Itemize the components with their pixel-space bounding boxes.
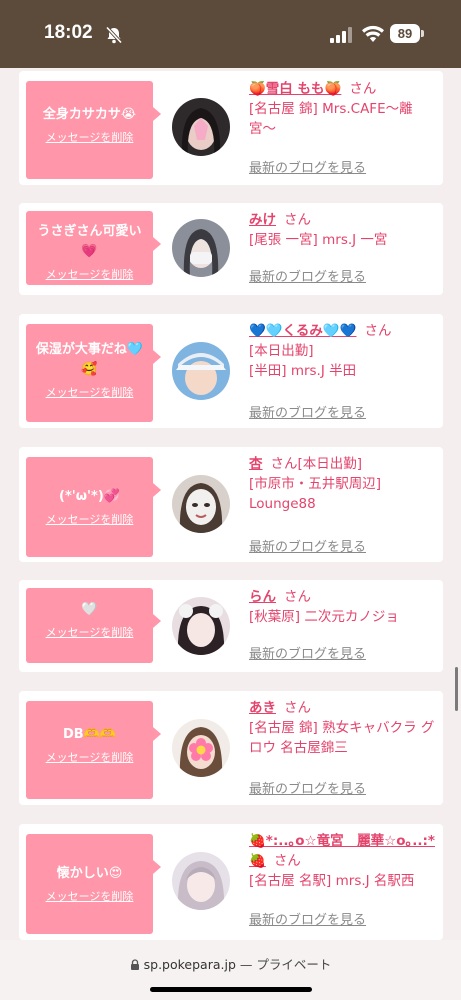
girl-name-link[interactable]: 🍑雪白 もも🍑 xyxy=(249,81,341,97)
list-item: DB🫶🫶 メッセージを削除 あき さん [名古屋 錦] 熟女キャバクラ グロウ 名… xyxy=(19,691,443,805)
shop-info: [本日出勤] [半田] mrs.J 半田 xyxy=(249,343,357,379)
latest-blog-link[interactable]: 最新のブログを見る xyxy=(249,402,366,421)
message-bubble: 保湿が大事だね🩵🥰 メッセージを削除 xyxy=(26,324,161,422)
avatar[interactable] xyxy=(172,852,230,910)
list-item: 全身カサカサ😭 メッセージを削除 🍑雪白 もも🍑 さん [名古屋 錦] Mrs.C… xyxy=(19,71,443,185)
status-bar: 18:02 89 xyxy=(0,0,461,68)
message-bubble: 全身カサカサ😭 メッセージを削除 xyxy=(26,81,161,179)
list-item: 保湿が大事だね🩵🥰 メッセージを削除 💙🩵くるみ🩵💙 さん [本日出勤] [半田]… xyxy=(19,314,443,428)
girl-info: らん さん [秋葉原] 二次元カノジョ xyxy=(249,587,439,627)
girl-name-link[interactable]: みけ xyxy=(249,212,276,228)
delete-message-link[interactable]: メッセージを削除 xyxy=(46,384,134,400)
message-bubble: (*'ω'*)💞 メッセージを削除 xyxy=(26,457,161,557)
url-display[interactable]: sp.pokepara.jp — プライベート xyxy=(0,954,461,973)
list-item: 懐かしい😍 メッセージを削除 🍓*:..｡o☆竜宮 麗華☆o｡..:*🍓 さん [… xyxy=(19,824,443,940)
message-bubble: DB🫶🫶 メッセージを削除 xyxy=(26,701,161,799)
battery-tip xyxy=(421,30,424,37)
shop-info: [秋葉原] 二次元カノジョ xyxy=(249,609,399,625)
bell-muted-icon xyxy=(105,26,123,44)
latest-blog-link[interactable]: 最新のブログを見る xyxy=(249,778,366,797)
signal-icon xyxy=(330,27,352,43)
latest-blog-link[interactable]: 最新のブログを見る xyxy=(249,157,366,176)
girl-info: 杏さん[本日出勤] [市原市・五井駅周辺] Lounge88 xyxy=(249,454,439,514)
message-text: 保湿が大事だね🩵🥰 xyxy=(35,342,144,377)
url-domain: sp.pokepara.jp xyxy=(143,957,236,972)
avatar[interactable] xyxy=(172,719,230,777)
delete-message-link[interactable]: メッセージを削除 xyxy=(46,129,134,145)
latest-blog-link[interactable]: 最新のブログを見る xyxy=(249,266,366,285)
honorific: さん xyxy=(284,700,311,716)
delete-message-link[interactable]: メッセージを削除 xyxy=(46,888,134,904)
delete-message-link[interactable]: メッセージを削除 xyxy=(46,511,134,527)
private-mode-label: — プライベート xyxy=(239,957,332,972)
latest-blog-link[interactable]: 最新のブログを見る xyxy=(249,909,366,928)
avatar[interactable] xyxy=(172,342,230,400)
girl-name-link[interactable]: 💙🩵くるみ🩵💙 xyxy=(249,323,356,339)
shop-info: [本日出勤] [市原市・五井駅周辺] Lounge88 xyxy=(249,456,382,512)
girl-name-link[interactable]: 杏 xyxy=(249,456,263,472)
message-bubble: うさぎさん可愛い💗 メッセージを削除 xyxy=(26,211,161,285)
latest-blog-link[interactable]: 最新のブログを見る xyxy=(249,643,366,662)
honorific: さん xyxy=(270,456,298,472)
shop-info: [尾張 一宮] mrs.J 一宮 xyxy=(249,232,388,248)
scrollbar[interactable] xyxy=(455,667,458,711)
shop-info: [名古屋 錦] Mrs.CAFE〜離宮〜 xyxy=(249,101,413,137)
list-item: 🤍 メッセージを削除 らん さん [秋葉原] 二次元カノジョ 最新のブログを見る xyxy=(19,580,443,672)
girl-info: 🍓*:..｡o☆竜宮 麗華☆o｡..:*🍓 さん [名古屋 名駅] mrs.J 名… xyxy=(249,831,439,891)
girl-info: みけ さん [尾張 一宮] mrs.J 一宮 xyxy=(249,210,439,250)
latest-blog-link[interactable]: 最新のブログを見る xyxy=(249,536,366,555)
girl-info: 🍑雪白 もも🍑 さん [名古屋 錦] Mrs.CAFE〜離宮〜 xyxy=(249,79,439,139)
honorific: さん xyxy=(364,323,392,339)
lock-icon xyxy=(130,959,139,970)
message-text: DB🫶🫶 xyxy=(62,727,117,742)
girl-info: あき さん [名古屋 錦] 熟女キャバクラ グロウ 名古屋錦三 xyxy=(249,698,439,758)
message-text: 全身カサカサ😭 xyxy=(42,107,137,122)
message-text: 懐かしい😍 xyxy=(56,866,123,881)
shop-info: [名古屋 錦] 熟女キャバクラ グロウ 名古屋錦三 xyxy=(249,720,435,756)
avatar[interactable] xyxy=(172,219,230,277)
list-item: (*'ω'*)💞 メッセージを削除 杏さん[本日出勤] [市原市・五井駅周辺] … xyxy=(19,447,443,562)
battery-indicator: 89 xyxy=(390,24,420,43)
message-bubble: 🤍 メッセージを削除 xyxy=(26,588,161,663)
shop-info: [名古屋 名駅] mrs.J 名駅西 xyxy=(249,873,415,889)
message-text: うさぎさん可愛い💗 xyxy=(37,224,142,259)
avatar[interactable] xyxy=(172,98,230,156)
delete-message-link[interactable]: メッセージを削除 xyxy=(46,749,134,765)
honorific: さん xyxy=(349,81,377,97)
girl-name-link[interactable]: あき xyxy=(249,700,276,716)
honorific: さん xyxy=(284,212,311,228)
delete-message-link[interactable]: メッセージを削除 xyxy=(46,624,134,640)
avatar[interactable] xyxy=(172,597,230,655)
honorific: さん xyxy=(284,589,311,605)
girl-name-link[interactable]: らん xyxy=(249,589,276,605)
list-item: うさぎさん可愛い💗 メッセージを削除 みけ さん [尾張 一宮] mrs.J 一宮… xyxy=(19,203,443,295)
wifi-icon xyxy=(362,25,384,42)
message-text: (*'ω'*)💞 xyxy=(59,489,120,504)
honorific: さん xyxy=(273,853,301,869)
home-indicator[interactable] xyxy=(150,987,312,992)
message-text: 🤍 xyxy=(81,602,98,617)
status-time: 18:02 xyxy=(44,22,93,43)
avatar[interactable] xyxy=(172,475,230,533)
delete-message-link[interactable]: メッセージを削除 xyxy=(46,266,134,282)
girl-info: 💙🩵くるみ🩵💙 さん [本日出勤] [半田] mrs.J 半田 xyxy=(249,321,439,381)
message-bubble: 懐かしい😍 メッセージを削除 xyxy=(26,834,161,934)
